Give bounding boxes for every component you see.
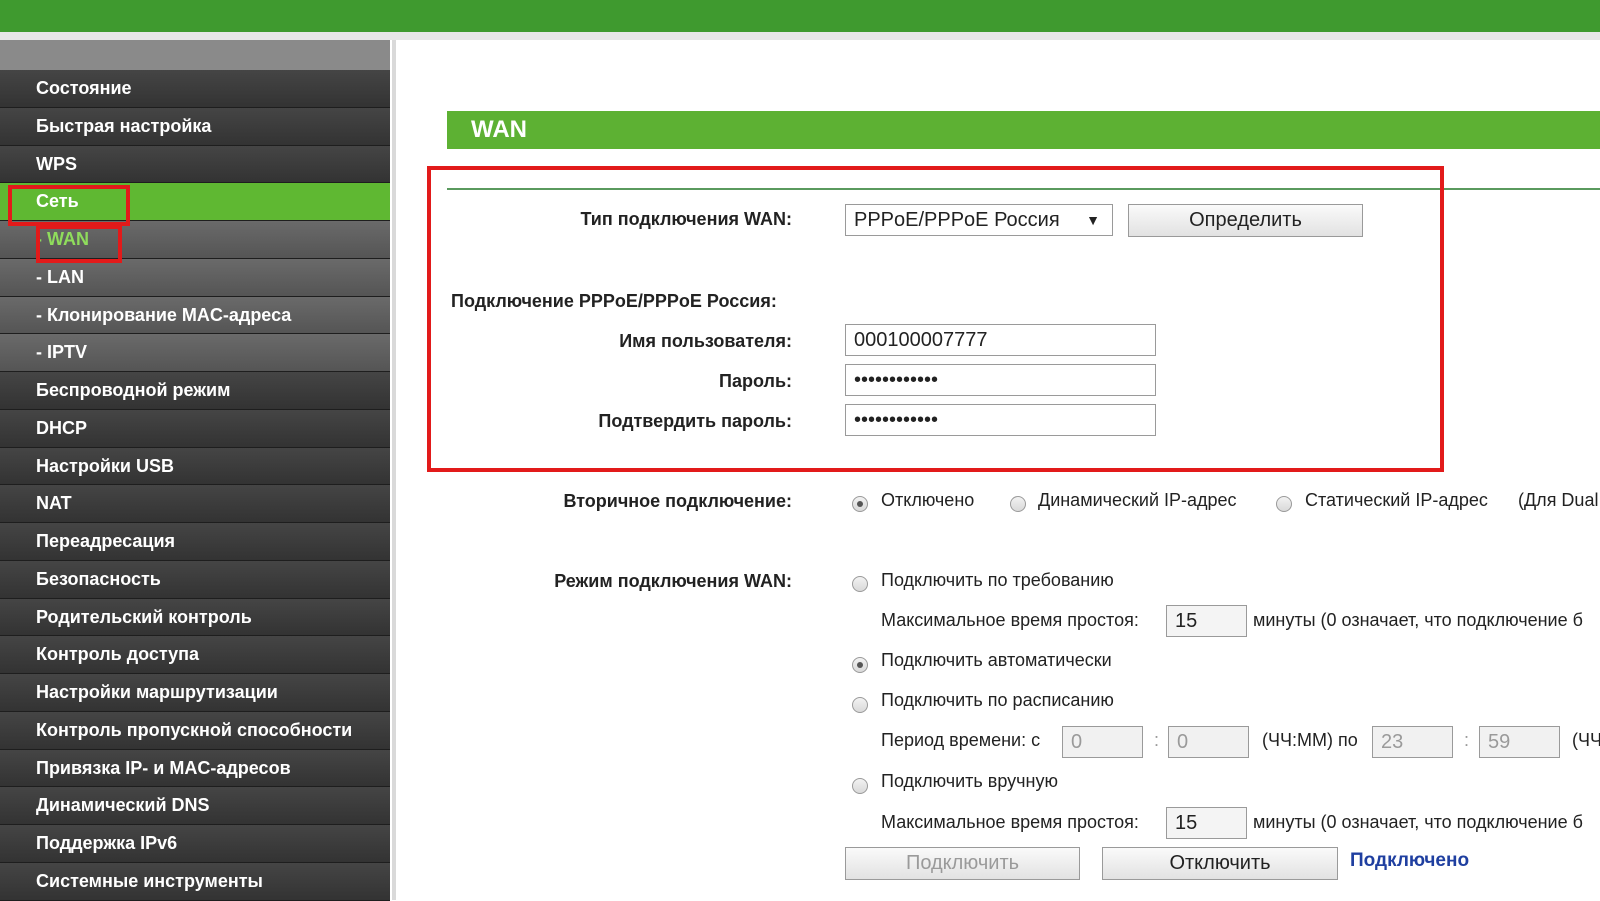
radio-secondary-disabled[interactable] [852,496,868,512]
sidebar-item[interactable]: DHCP [0,409,390,448]
sidebar: Состояние Быстрая настройка WPS Сеть - WAN - … [0,40,390,901]
highlight-box-network [8,185,130,226]
sidebar-item[interactable]: NAT [0,485,390,523]
sidebar-item[interactable]: WPS [0,145,390,184]
radio-label-static: Статический IP-адрес [1305,490,1488,510]
sidebar-item[interactable]: Динамический DNS [0,787,390,825]
dual-access-note: (Для Dual [1518,490,1599,510]
top-header-bar [0,0,1600,32]
idle-time-label: Максимальное время простоя: [881,610,1139,630]
sidebar-item[interactable]: Беспроводной режим [0,372,390,410]
time-separator: : [1464,730,1470,750]
connection-status: Подключено [1350,850,1470,871]
sidebar-item[interactable]: Состояние [0,70,390,108]
period-from-minute[interactable]: 0 [1168,726,1249,758]
sidebar-item[interactable]: Привязка IP- и MAC-адресов [0,749,390,788]
sidebar-item[interactable]: - LAN [0,258,390,297]
period-to-minute[interactable]: 59 [1479,726,1560,758]
period-from-hour[interactable]: 0 [1062,726,1143,758]
disconnect-button[interactable]: Отключить [1102,847,1338,880]
sidebar-item[interactable]: Настройки маршрутизации [0,674,390,712]
radio-mode-on-demand[interactable] [852,576,868,592]
radio-mode-auto[interactable] [852,657,868,673]
sidebar-item[interactable]: Поддержка IPv6 [0,825,390,863]
period-to-label: (ЧЧ:ММ) по [1262,730,1358,750]
idle-time-note: минуты (0 означает, что подключение б [1253,610,1583,630]
sidebar-item[interactable]: Родительский контроль [0,598,390,637]
connect-button[interactable]: Подключить [845,847,1080,880]
sidebar-item[interactable]: Контроль пропускной способности [0,711,390,750]
mode-manual-label: Подключить вручную [881,771,1058,791]
sidebar-item[interactable]: Контроль доступа [0,636,390,674]
sidebar-item[interactable]: Системные инструменты [0,862,390,901]
page-title: WAN [447,111,1600,149]
period-hhmm-tail: (ЧЧ [1572,730,1600,750]
idle-time-field-manual[interactable]: 15 [1166,807,1247,839]
highlight-box-wan [36,225,122,263]
time-separator: : [1154,730,1160,750]
highlight-box-settings [427,166,1444,472]
sidebar-header [0,40,390,70]
sidebar-item[interactable]: Быстрая настройка [0,107,390,146]
sidebar-item[interactable]: Настройки USB [0,447,390,486]
sidebar-item[interactable]: - Клонирование MAC-адреса [0,296,390,335]
mode-on-demand-label: Подключить по требованию [881,570,1114,590]
wan-mode-label: Режим подключения WAN: [554,571,792,591]
period-label: Период времени: с [881,730,1041,750]
radio-label-dynamic: Динамический IP-адрес [1038,490,1237,510]
idle-time-field[interactable]: 15 [1166,605,1247,637]
radio-label-disabled: Отключено [881,490,975,510]
mode-auto-label: Подключить автоматически [881,650,1112,670]
radio-mode-manual[interactable] [852,778,868,794]
radio-mode-schedule[interactable] [852,697,868,713]
header-divider [0,32,1600,40]
sidebar-item[interactable]: Переадресация [0,523,390,561]
mode-schedule-label: Подключить по расписанию [881,690,1114,710]
idle-time-note-manual: минуты (0 означает, что подключение б [1253,812,1583,832]
secondary-connection-label: Вторичное подключение: [563,491,792,511]
sidebar-item[interactable]: Безопасность [0,560,390,599]
idle-time-label-manual: Максимальное время простоя: [881,812,1139,832]
radio-secondary-static[interactable] [1276,496,1292,512]
radio-secondary-dynamic[interactable] [1010,496,1026,512]
sidebar-item[interactable]: - IPTV [0,334,390,372]
period-to-hour[interactable]: 23 [1372,726,1453,758]
